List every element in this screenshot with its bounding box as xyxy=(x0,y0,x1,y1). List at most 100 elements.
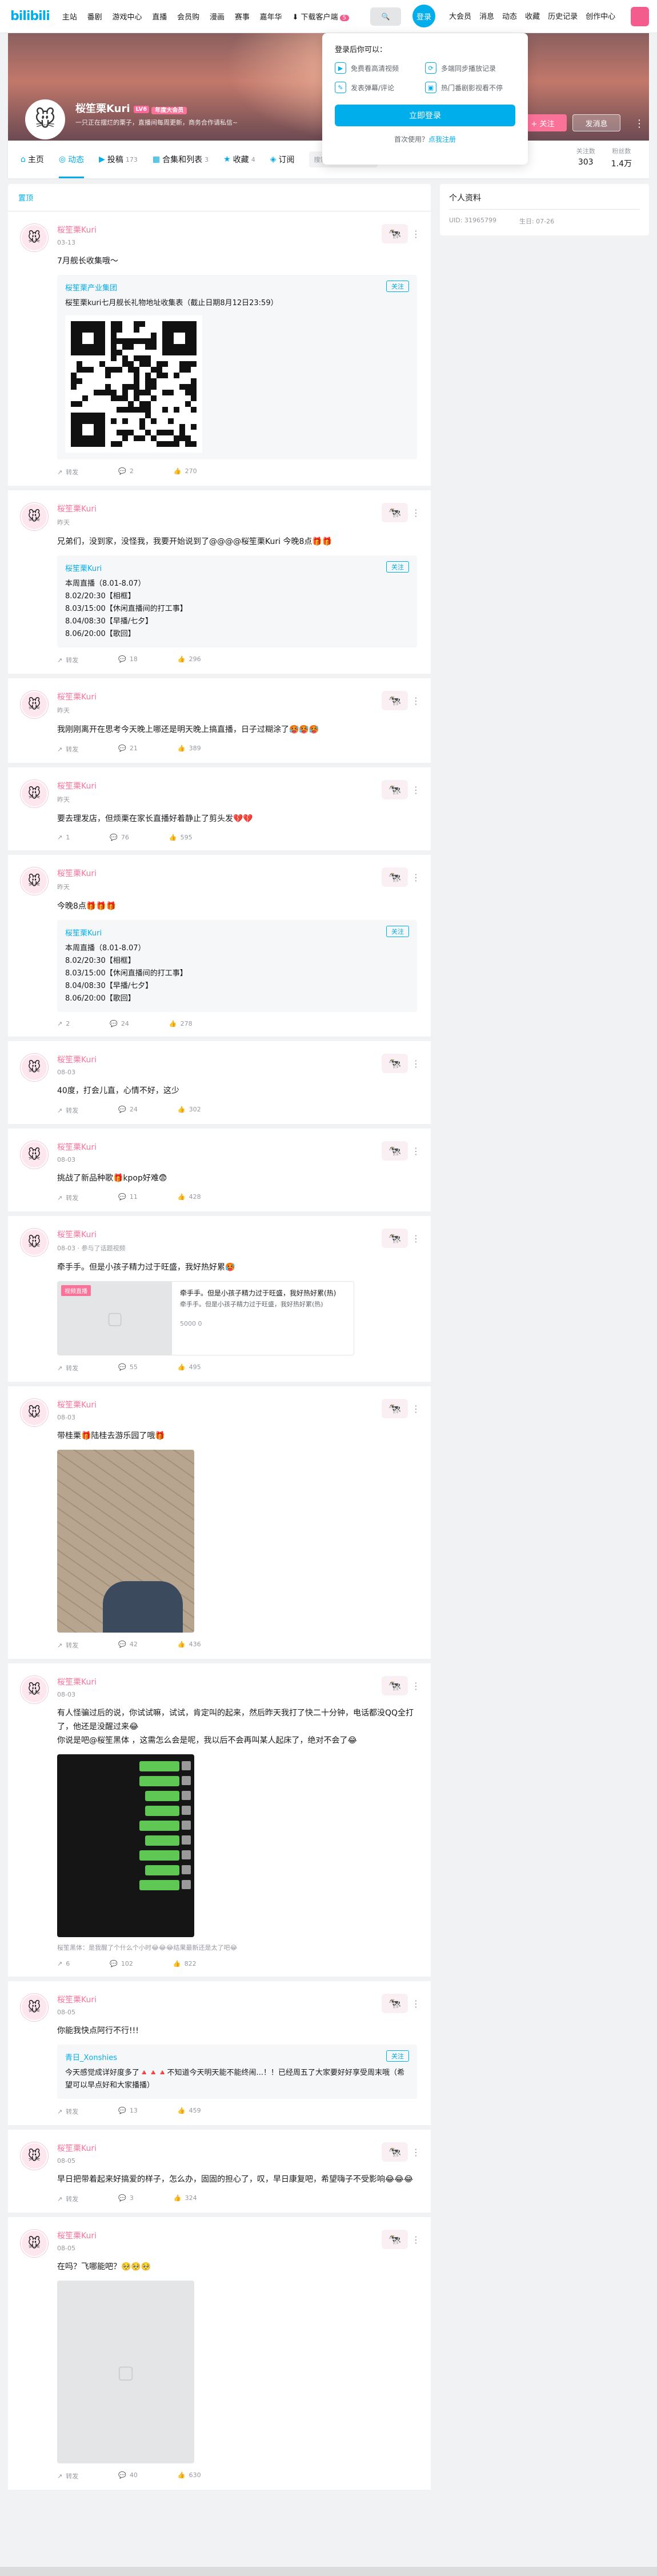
nav-messages[interactable]: 消息 xyxy=(479,10,494,21)
like-button[interactable]: 👍 428 xyxy=(178,1193,201,1202)
post-time[interactable]: 08-03 xyxy=(57,1414,417,1421)
post-avatar[interactable]: 🐭 xyxy=(21,2142,48,2170)
share-button[interactable]: ↗ 转发 xyxy=(57,745,78,754)
reposted-card[interactable]: 桜笙栗Kuri 关注 本周直播（8.01-8.07） 8.02/20:30【相框】 … xyxy=(57,920,417,1012)
post-time[interactable]: 昨天 xyxy=(57,706,417,715)
post-avatar[interactable]: 🐭 xyxy=(21,780,48,807)
like-button[interactable]: 👍 278 xyxy=(169,1020,193,1027)
comment-button[interactable]: 💬 18 xyxy=(118,655,138,665)
post-author[interactable]: 桜笙栗Kuri xyxy=(57,1229,417,1240)
post-avatar[interactable]: 🐭 xyxy=(21,503,48,530)
tab-collections[interactable]: ▦ 合集和列表 3 xyxy=(153,141,209,178)
post-author[interactable]: 桜笙栗Kuri xyxy=(57,1994,417,2005)
share-button[interactable]: ↗ 转发 xyxy=(57,1193,78,1202)
reposted-card[interactable]: 桜笙栗Kuri 关注 本周直播（8.01-8.07） 8.02/20:30【相框】 … xyxy=(57,555,417,647)
post-avatar[interactable]: 🐭 xyxy=(21,1399,48,1426)
post-avatar[interactable]: 🐭 xyxy=(21,224,48,251)
post-time[interactable]: 03-13 xyxy=(57,239,417,246)
share-button[interactable]: ↗ 转发 xyxy=(57,1363,78,1373)
card-author[interactable]: 桜笙栗Kuri xyxy=(65,562,409,573)
comment-button[interactable]: 💬 3 xyxy=(118,2194,134,2203)
comment-button[interactable]: 💬 2 xyxy=(118,467,134,477)
post-author[interactable]: 桜笙栗Kuri xyxy=(57,2142,417,2154)
post-author[interactable]: 桜笙栗Kuri xyxy=(57,1141,417,1153)
post-avatar[interactable]: 🐭 xyxy=(21,1676,48,1703)
post-author[interactable]: 桜笙栗Kuri xyxy=(57,1399,417,1410)
post-more-icon[interactable]: ⋮ xyxy=(411,229,420,239)
tab-uploads[interactable]: ▶ 投稿 173 xyxy=(99,141,138,178)
share-button[interactable]: ↗ 转发 xyxy=(57,1106,78,1115)
post-more-icon[interactable]: ⋮ xyxy=(411,2147,420,2158)
comment-button[interactable]: 💬 24 xyxy=(118,1106,138,1115)
comment-button[interactable]: 💬 40 xyxy=(118,2471,138,2481)
comment-button[interactable]: 💬 55 xyxy=(118,1363,138,1373)
like-button[interactable]: 👍 630 xyxy=(178,2471,201,2481)
post-more-icon[interactable]: ⋮ xyxy=(411,2234,420,2245)
top-comment[interactable]: 桜笙黑体：是我醒了个什么个小时😂😂😂结果最新还是太了吧😂 xyxy=(57,1943,417,1952)
card-author[interactable]: 桜笙栗产业集团 xyxy=(65,282,409,293)
comment-button[interactable]: 💬 13 xyxy=(118,2107,138,2116)
post-time[interactable]: 08-05 xyxy=(57,2245,417,2252)
like-button[interactable]: 👍 302 xyxy=(178,1106,201,1115)
share-button[interactable]: ↗ 转发 xyxy=(57,1641,78,1650)
stat-fans[interactable]: 粉丝数 1.4万 xyxy=(611,146,632,169)
comment-button[interactable]: 💬 76 xyxy=(110,834,129,841)
download-client-link[interactable]: ⬇ 下载客户端 5 xyxy=(293,13,349,22)
comment-button[interactable]: 💬 11 xyxy=(118,1193,138,1202)
post-avatar[interactable]: 🐭 xyxy=(21,867,48,895)
nav-item[interactable]: 会员购 xyxy=(177,13,199,22)
like-button[interactable]: 👍 595 xyxy=(169,834,193,841)
comment-button[interactable]: 💬 42 xyxy=(118,1641,138,1650)
post-time[interactable]: 昨天 xyxy=(57,795,417,804)
like-button[interactable]: 👍 436 xyxy=(178,1641,201,1650)
post-more-icon[interactable]: ⋮ xyxy=(411,1233,420,1244)
post-time[interactable]: 08-05 xyxy=(57,2157,417,2165)
post-more-icon[interactable]: ⋮ xyxy=(411,1058,420,1069)
post-time[interactable]: 08-03 xyxy=(57,1691,417,1698)
nav-item[interactable]: 漫画 xyxy=(210,13,225,22)
post-author[interactable]: 桜笙栗Kuri xyxy=(57,1054,417,1065)
card-author[interactable]: 桜笙栗Kuri xyxy=(65,927,409,938)
horizontal-scrollbar[interactable] xyxy=(0,2567,657,2576)
nav-item[interactable]: 番剧 xyxy=(87,13,102,22)
share-button[interactable]: ↗ 转发 xyxy=(57,2194,78,2203)
post-avatar[interactable]: 🐭 xyxy=(21,1141,48,1169)
share-button[interactable]: ↗ 1 xyxy=(57,834,70,841)
post-photo[interactable] xyxy=(57,1450,194,1633)
comment-button[interactable]: 💬 102 xyxy=(110,1960,133,1967)
nav-vip[interactable]: 大会员 xyxy=(449,10,471,21)
like-button[interactable]: 👍 270 xyxy=(174,467,197,477)
card-follow-chip[interactable]: 关注 xyxy=(386,281,409,292)
nav-creator-center[interactable]: 创作中心 xyxy=(586,10,615,21)
like-button[interactable]: 👍 389 xyxy=(178,745,201,754)
nav-item[interactable]: 直播 xyxy=(152,13,167,22)
message-button[interactable]: 发消息 xyxy=(572,114,620,131)
card-follow-chip[interactable]: 关注 xyxy=(386,926,409,937)
nav-item[interactable]: 嘉年华 xyxy=(260,13,282,22)
reposted-card[interactable]: 青日_Xonshies 关注 今天感觉成详好度多了🔺🔺🔺不知道今天明天能不能终闹..… xyxy=(57,2045,417,2099)
post-more-icon[interactable]: ⋮ xyxy=(411,872,420,883)
card-follow-chip[interactable]: 关注 xyxy=(386,2050,409,2062)
post-time[interactable]: 昨天 xyxy=(57,518,417,527)
chat-screenshot-image[interactable] xyxy=(57,1754,194,1937)
post-avatar[interactable]: 🐭 xyxy=(21,1054,48,1081)
share-button[interactable]: ↗ 转发 xyxy=(57,2107,78,2116)
share-button[interactable]: ↗ 6 xyxy=(57,1960,70,1967)
card-author[interactable]: 青日_Xonshies xyxy=(65,2051,409,2062)
video-thumbnail[interactable]: 视频直播 ▢ xyxy=(58,1282,172,1355)
post-author[interactable]: 桜笙栗Kuri xyxy=(57,867,417,879)
nav-item[interactable]: 游戏中心 xyxy=(112,13,142,22)
card-follow-chip[interactable]: 关注 xyxy=(386,561,409,573)
post-author[interactable]: 桜笙栗Kuri xyxy=(57,2230,417,2241)
share-button[interactable]: ↗ 转发 xyxy=(57,655,78,665)
reposted-card[interactable]: 桜笙栗产业集团 关注 桜笙栗kuri七月舰长礼物地址收集表（截止日期8月12日23:… xyxy=(57,275,417,459)
share-button[interactable]: ↗ 转发 xyxy=(57,467,78,477)
post-time[interactable]: 昨天 xyxy=(57,882,417,891)
post-time[interactable]: 08-03 · 参与了话题视频 xyxy=(57,1243,417,1253)
comment-button[interactable]: 💬 24 xyxy=(110,1020,129,1027)
tab-subscriptions[interactable]: ◈ 订阅 xyxy=(270,141,295,178)
post-avatar[interactable]: 🐭 xyxy=(21,1994,48,2021)
post-author[interactable]: 桜笙栗Kuri xyxy=(57,691,417,702)
login-avatar-button[interactable]: 登录 xyxy=(412,5,435,27)
post-more-icon[interactable]: ⋮ xyxy=(411,1998,420,2009)
